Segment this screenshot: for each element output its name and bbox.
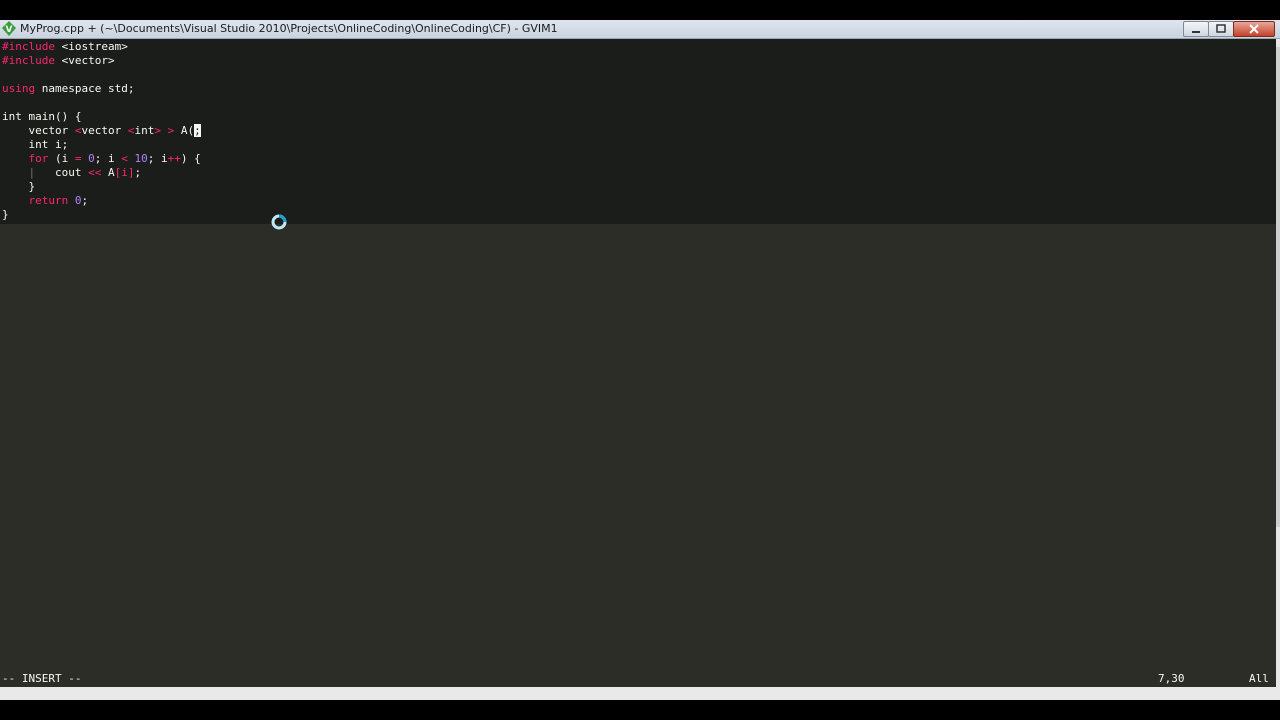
code-line-11: }	[2, 180, 36, 193]
code-text: vector	[2, 124, 75, 137]
keyword: for	[28, 152, 49, 165]
mode-indicator: -- INSERT --	[2, 672, 82, 685]
code-text: vector	[81, 124, 128, 137]
code-text: ) {	[180, 152, 201, 165]
code-buffer[interactable]: #include <iostream> #include <vector> us…	[0, 39, 1276, 224]
maximize-button[interactable]	[1208, 21, 1234, 37]
screen-bottom-border	[0, 700, 1280, 720]
number-literal: 10	[134, 152, 148, 165]
keyword: return	[28, 194, 69, 207]
keyword: using	[2, 82, 36, 95]
code-line-2: #include <vector>	[2, 54, 115, 68]
code-line-8: int i;	[2, 138, 69, 151]
code-line-9: for (i = 0; i < 10; i++) {	[2, 152, 201, 166]
operator: <	[121, 152, 128, 165]
loading-spinner-icon	[271, 214, 287, 230]
code-text: ;	[134, 166, 142, 179]
text-cursor: ;	[194, 124, 201, 137]
code-text: cout	[35, 166, 89, 179]
code-text: ; i	[147, 152, 168, 165]
close-button[interactable]	[1233, 21, 1275, 37]
operator: > >	[154, 124, 181, 137]
operator: =	[74, 152, 82, 165]
code-text: namespace std;	[35, 82, 135, 95]
minimize-icon	[1192, 31, 1200, 33]
operator: ++	[167, 152, 181, 165]
window-bottom-border	[0, 687, 1280, 700]
code-text: (i	[48, 152, 75, 165]
code-line-13: }	[2, 208, 9, 221]
code-text: int	[134, 124, 155, 137]
include-target: <iostream>	[54, 40, 128, 53]
vertical-scrollbar[interactable]	[1276, 39, 1280, 689]
code-line-4: using namespace std;	[2, 82, 134, 96]
code-text: ;	[81, 194, 89, 207]
maximize-icon	[1216, 24, 1226, 33]
number-literal: 0	[88, 152, 95, 165]
cursor-position: 7,30	[1158, 672, 1185, 685]
code-line-7: vector <vector <int> > A(;	[2, 124, 201, 138]
code-text: ; i	[94, 152, 122, 165]
status-line: -- INSERT -- 7,30 All	[0, 671, 1276, 687]
code-line-1: #include <iostream>	[2, 40, 128, 54]
screen-top-border	[0, 0, 1280, 20]
gvim-icon: V	[2, 21, 16, 36]
number-literal: 0	[74, 194, 82, 207]
editor-pane[interactable]: #include <iostream> #include <vector> us…	[0, 39, 1276, 671]
include-target: <vector>	[54, 54, 115, 67]
close-icon	[1249, 24, 1259, 34]
code-line-6: int main() {	[2, 110, 82, 123]
minimize-button[interactable]	[1183, 21, 1209, 37]
preprocessor-directive: #include	[2, 54, 55, 67]
code-line-12: return 0;	[2, 194, 89, 208]
preprocessor-directive: #include	[2, 40, 55, 53]
subscript: [i]	[114, 166, 135, 179]
scroll-position: All	[1249, 672, 1269, 685]
scrollbar-thumb[interactable]	[1276, 47, 1280, 527]
operator: <<	[88, 166, 102, 179]
title-bar[interactable]: V MyProg.cpp + (~\Documents\Visual Studi…	[0, 20, 1280, 39]
window-title: MyProg.cpp + (~\Documents\Visual Studio …	[20, 22, 558, 35]
code-text: A	[101, 166, 115, 179]
svg-text:V: V	[6, 25, 13, 35]
code-line-10: | cout << A[i];	[2, 166, 142, 180]
code-text: A(	[180, 124, 195, 137]
